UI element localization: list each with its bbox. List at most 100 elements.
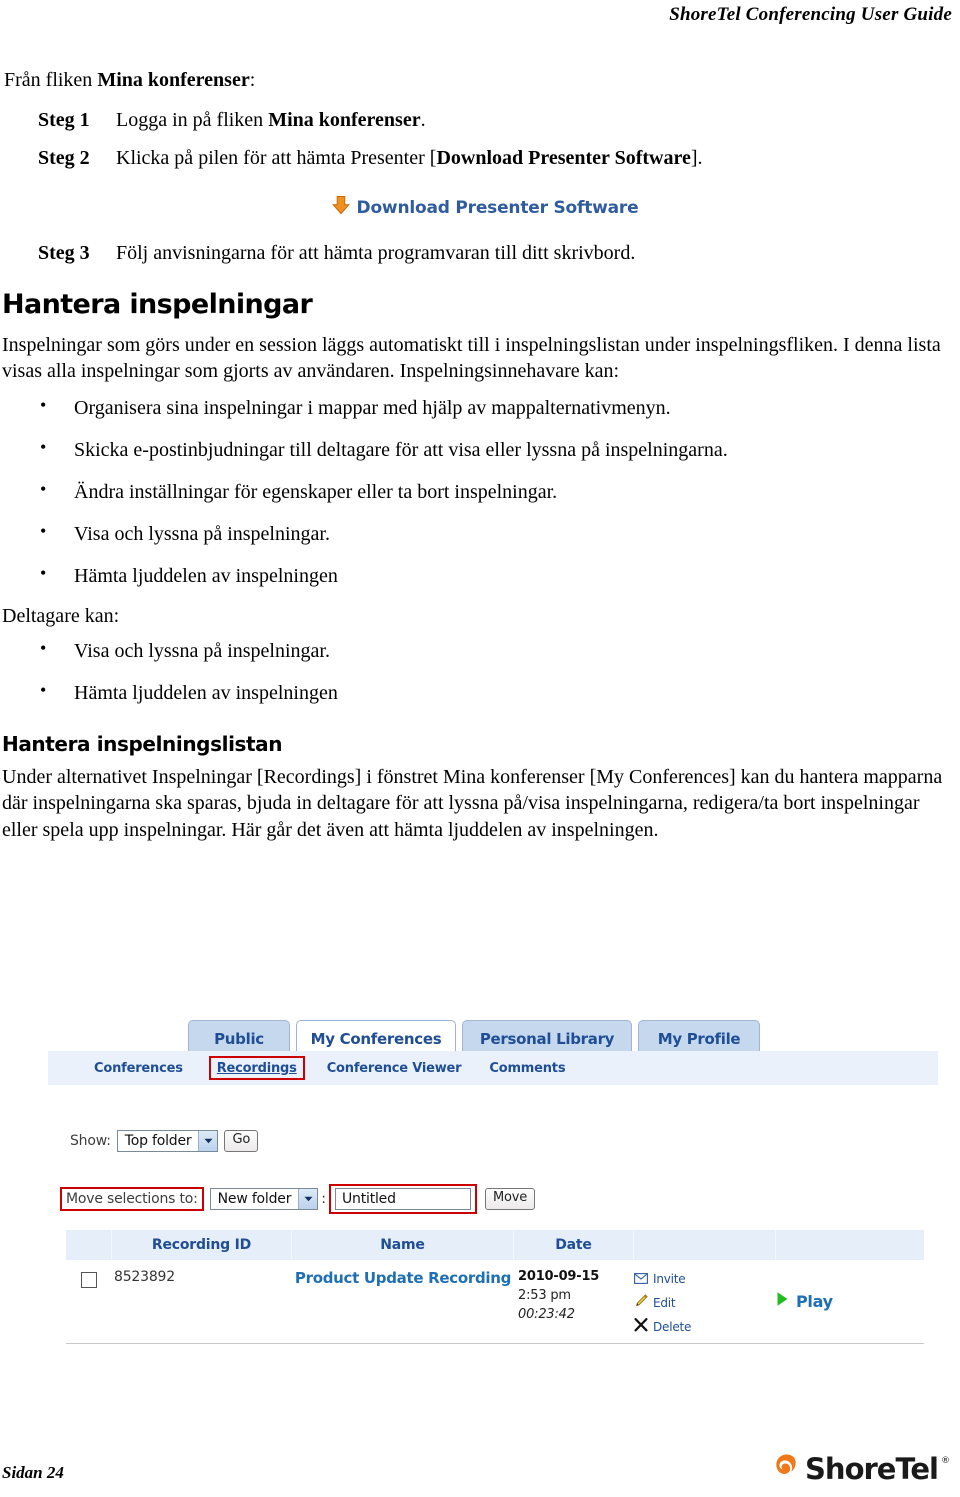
envelope-icon bbox=[634, 1269, 648, 1288]
running-header: ShoreTel Conferencing User Guide bbox=[669, 4, 952, 25]
section1-paragraph: Inspelningar som görs under en session l… bbox=[2, 333, 941, 383]
row-checkbox[interactable] bbox=[81, 1272, 97, 1288]
step-2-text-before: Klicka på pilen för att hämta Presenter … bbox=[116, 147, 437, 169]
list-item: Visa och lyssna på inspelningar. bbox=[40, 637, 960, 664]
step-3-label: Steg 3 bbox=[38, 242, 90, 264]
recording-date: 2010-09-15 bbox=[518, 1269, 600, 1284]
subtab-recordings[interactable]: Recordings bbox=[208, 1056, 305, 1080]
document-body: Från fliken Mina konferenser: Steg 1 Log… bbox=[0, 68, 960, 844]
owner-capabilities-list: Organisera sina inspelningar i mappar me… bbox=[0, 394, 960, 589]
edit-action[interactable]: Edit bbox=[634, 1293, 776, 1312]
download-presenter-software-label: Download Presenter Software bbox=[356, 197, 639, 218]
shoretel-logo-text: ShoreTel bbox=[805, 1451, 939, 1486]
cell-play: Play bbox=[776, 1269, 924, 1343]
secondary-nav-bar: Conferences Recordings Conference Viewer… bbox=[48, 1051, 938, 1085]
column-header-name: Name bbox=[292, 1230, 514, 1260]
delete-action[interactable]: Delete bbox=[634, 1317, 776, 1336]
participants-lead-in: Deltagare kan: bbox=[2, 604, 120, 627]
invite-action[interactable]: Invite bbox=[634, 1269, 776, 1288]
participant-capabilities-list: Visa och lyssna på inspelningar. Hämta l… bbox=[0, 637, 960, 706]
download-arrow-icon bbox=[331, 195, 350, 220]
move-selections-label-highlight: Move selections to: bbox=[60, 1187, 204, 1211]
move-button[interactable]: Move bbox=[485, 1188, 536, 1210]
step-1-text-after: . bbox=[420, 109, 426, 131]
step-2-text: Klicka på pilen för att hämta Presenter … bbox=[116, 145, 960, 171]
show-folder-row: Show: Top folder Go bbox=[70, 1130, 259, 1152]
shoretel-logo: ShoreTel ® bbox=[770, 1450, 950, 1487]
row-select-cell bbox=[66, 1269, 112, 1343]
edit-label: Edit bbox=[653, 1295, 676, 1310]
step-2: Steg 2 Klicka på pilen för att hämta Pre… bbox=[38, 145, 960, 171]
intro-text-colon: : bbox=[249, 69, 256, 91]
folder-name-input-highlight: Untitled bbox=[329, 1184, 477, 1214]
intro-text-plain: Från fliken bbox=[4, 69, 98, 91]
folder-name-input[interactable]: Untitled bbox=[335, 1188, 471, 1210]
subtab-conference-viewer[interactable]: Conference Viewer bbox=[327, 1061, 462, 1076]
intro-text-bold: Mina konferenser bbox=[97, 69, 250, 91]
app-screenshot: Public My Conferences Personal Library M… bbox=[48, 1008, 938, 1360]
step-1: Steg 1 Logga in på fliken Mina konferens… bbox=[38, 107, 960, 133]
step-3-text: Följ anvisningarna för att hämta program… bbox=[116, 242, 636, 264]
page-number: Sidan 24 bbox=[2, 1463, 64, 1482]
chevron-down-icon bbox=[298, 1189, 318, 1209]
primary-tab-strip: Public My Conferences Personal Library M… bbox=[48, 1008, 938, 1056]
x-icon bbox=[634, 1317, 648, 1336]
move-selections-label: Move selections to: bbox=[66, 1191, 198, 1207]
show-folder-select-value: Top folder bbox=[124, 1133, 192, 1149]
move-selections-row: Move selections to: New folder : Untitle… bbox=[60, 1184, 536, 1214]
shoretel-swirl-icon bbox=[770, 1450, 802, 1487]
tab-public-label: Public bbox=[214, 1029, 264, 1048]
step-1-text: Logga in på fliken Mina konferenser. bbox=[116, 107, 960, 133]
recording-duration: 00:23:42 bbox=[518, 1307, 575, 1322]
subtab-conferences[interactable]: Conferences bbox=[94, 1061, 183, 1076]
cell-actions: Invite Edit Delete bbox=[634, 1269, 776, 1343]
download-presenter-software-button[interactable]: Download Presenter Software bbox=[331, 195, 639, 220]
step-3: Steg 3 Följ anvisningarna för att hämta … bbox=[38, 240, 960, 266]
play-action[interactable]: Play bbox=[776, 1291, 924, 1311]
play-triangle-icon bbox=[776, 1291, 789, 1311]
subtab-comments[interactable]: Comments bbox=[489, 1061, 565, 1076]
table-row: 8523892 Product Update Recording 2010-09… bbox=[66, 1260, 924, 1344]
recording-time: 2:53 pm bbox=[518, 1288, 571, 1303]
show-folder-select[interactable]: Top folder bbox=[116, 1130, 219, 1152]
recordings-table-header: Recording ID Name Date bbox=[66, 1230, 924, 1260]
list-item: Hämta ljuddelen av inspelningen bbox=[40, 562, 960, 589]
cell-recording-name[interactable]: Product Update Recording bbox=[292, 1269, 514, 1343]
column-header-recording-id: Recording ID bbox=[112, 1230, 292, 1260]
list-item: Ändra inställningar för egenskaper eller… bbox=[40, 478, 960, 505]
list-item: Visa och lyssna på inspelningar. bbox=[40, 520, 960, 547]
intro-line: Från fliken Mina konferenser: bbox=[4, 68, 960, 93]
recordings-table: Recording ID Name Date 8523892 Product U… bbox=[66, 1230, 924, 1344]
download-presenter-graphic: Download Presenter Software bbox=[0, 195, 960, 220]
tab-my-conferences-label: My Conferences bbox=[310, 1029, 442, 1048]
move-target-select[interactable]: New folder bbox=[209, 1188, 319, 1210]
registered-mark-icon: ® bbox=[941, 1456, 950, 1466]
invite-label: Invite bbox=[653, 1271, 686, 1286]
column-header-date: Date bbox=[514, 1230, 634, 1260]
section-heading-hantera-inspelningslistan: Hantera inspelningslistan bbox=[2, 731, 283, 756]
step-2-text-bold: Download Presenter Software bbox=[436, 147, 691, 169]
section-heading-hantera-inspelningar: Hantera inspelningar bbox=[2, 289, 313, 320]
step-1-label: Steg 1 bbox=[38, 109, 90, 131]
move-target-select-value: New folder bbox=[217, 1191, 292, 1207]
tab-personal-library-label: Personal Library bbox=[479, 1029, 615, 1048]
section2-paragraph: Under alternativet Inspelningar [Recordi… bbox=[2, 765, 943, 842]
move-row-separator: : bbox=[321, 1191, 326, 1207]
pencil-icon bbox=[634, 1293, 648, 1312]
play-label: Play bbox=[796, 1291, 833, 1311]
tab-my-profile-label: My Profile bbox=[657, 1029, 741, 1048]
list-item: Skicka e-postinbjudningar till deltagare… bbox=[40, 436, 960, 463]
show-label: Show: bbox=[70, 1133, 111, 1149]
column-header-play bbox=[776, 1230, 924, 1260]
go-button[interactable]: Go bbox=[224, 1130, 259, 1152]
chevron-down-icon bbox=[198, 1131, 218, 1151]
cell-recording-id: 8523892 bbox=[114, 1269, 175, 1285]
step-2-label: Steg 2 bbox=[38, 147, 90, 169]
step-1-text-before: Logga in på fliken bbox=[116, 109, 269, 131]
cell-date: 2010-09-15 2:53 pm 00:23:42 bbox=[514, 1269, 634, 1343]
column-header-actions bbox=[634, 1230, 776, 1260]
step-2-text-after: ]. bbox=[690, 147, 703, 169]
column-header-select bbox=[66, 1230, 112, 1260]
delete-label: Delete bbox=[653, 1319, 692, 1334]
list-item: Organisera sina inspelningar i mappar me… bbox=[40, 394, 960, 421]
